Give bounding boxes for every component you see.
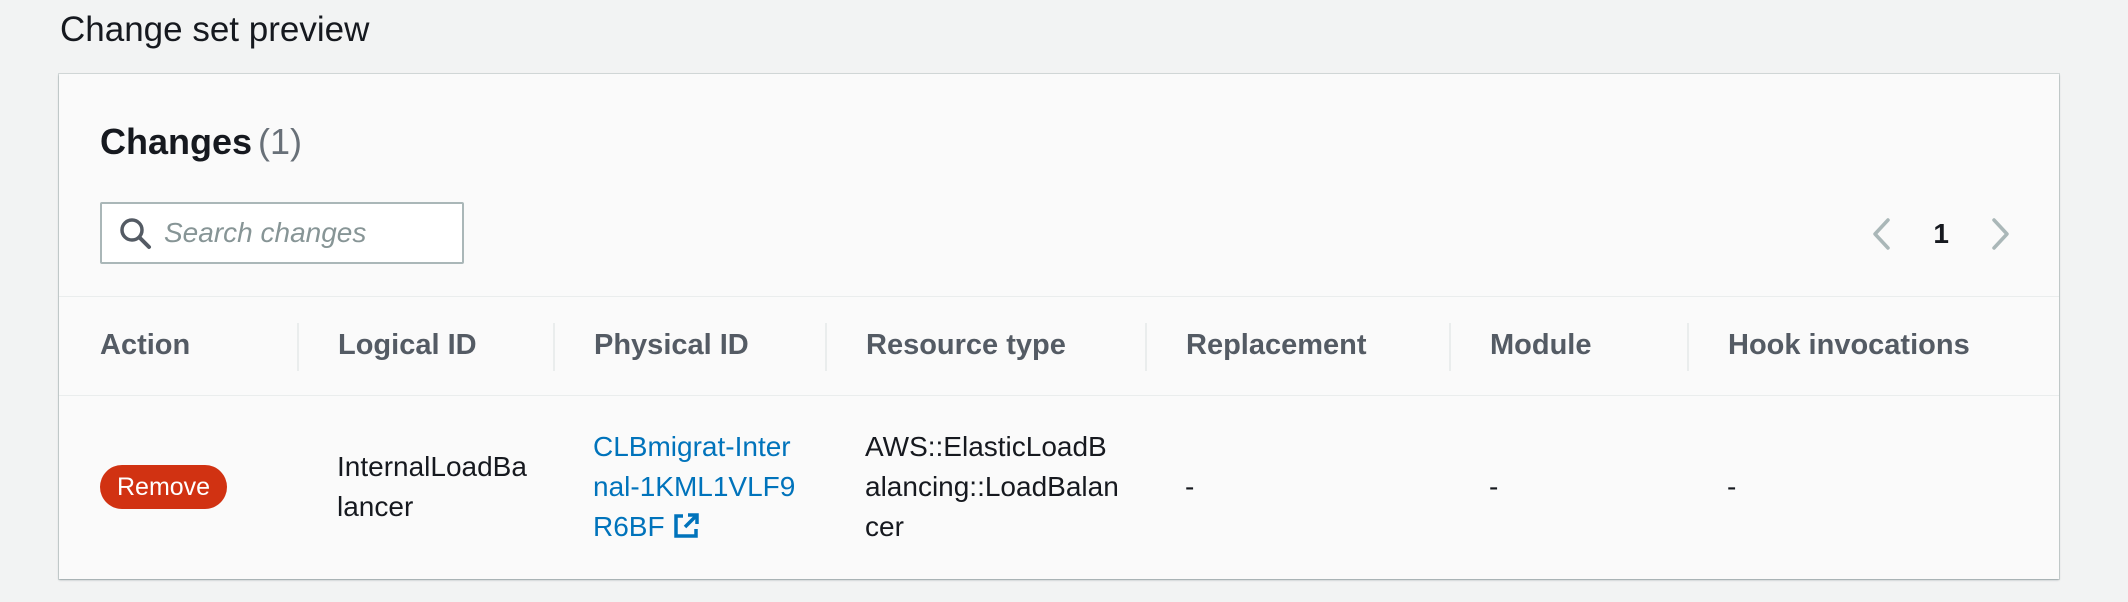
chevron-right-icon [1992, 218, 2009, 250]
physical-id-link[interactable]: CLBmigrat-Internal-1KML1VLF9R6BF [593, 431, 795, 542]
cell-hook-invocations: - [1727, 471, 1737, 503]
changes-count: (1) [258, 121, 303, 162]
column-header-module[interactable]: Module [1449, 297, 1687, 396]
changes-container: Changes(1) 1 [59, 74, 2059, 579]
remove-badge: Remove [100, 465, 228, 510]
external-link-icon [673, 513, 699, 538]
search-field[interactable] [100, 202, 464, 264]
changes-table-wrapper: Action Logical ID Physical ID Resource t… [59, 296, 2059, 579]
column-header-resource-type[interactable]: Resource type [825, 297, 1145, 396]
pagination: 1 [1861, 210, 2021, 258]
next-page-button[interactable] [1981, 214, 2021, 254]
changes-title: Changes [100, 121, 253, 162]
current-page-number[interactable]: 1 [1933, 218, 1949, 250]
cell-action: Remove [59, 395, 297, 579]
table-row: Remove InternalLoadBalancer CLBmigrat-In… [59, 395, 2059, 579]
column-header-hook-invocations[interactable]: Hook invocations [1687, 297, 2059, 396]
cell-physical-id: CLBmigrat-Internal-1KML1VLF9R6BF [553, 395, 825, 579]
column-header-logical-id[interactable]: Logical ID [297, 297, 553, 396]
column-header-physical-id[interactable]: Physical ID [553, 297, 825, 396]
section-title: Change set preview [60, 10, 370, 49]
changes-heading: Changes (1) [100, 120, 302, 164]
changes-header: Changes(1) 1 [59, 74, 2059, 296]
table-header-row: Action Logical ID Physical ID Resource t… [59, 297, 2059, 396]
cell-module: - [1489, 471, 1499, 503]
search-input[interactable] [164, 217, 444, 249]
chevron-left-icon [1873, 218, 1891, 250]
previous-page-button[interactable] [1861, 214, 1901, 254]
cell-logical-id: InternalLoadBalancer [337, 451, 527, 523]
cell-resource-type: AWS::ElasticLoadBalancing::LoadBalancer [865, 431, 1119, 543]
column-header-action[interactable]: Action [59, 297, 297, 396]
search-icon [120, 218, 151, 249]
cell-replacement: - [1185, 471, 1195, 503]
changes-table: Action Logical ID Physical ID Resource t… [59, 297, 2059, 579]
column-header-replacement[interactable]: Replacement [1145, 297, 1449, 396]
